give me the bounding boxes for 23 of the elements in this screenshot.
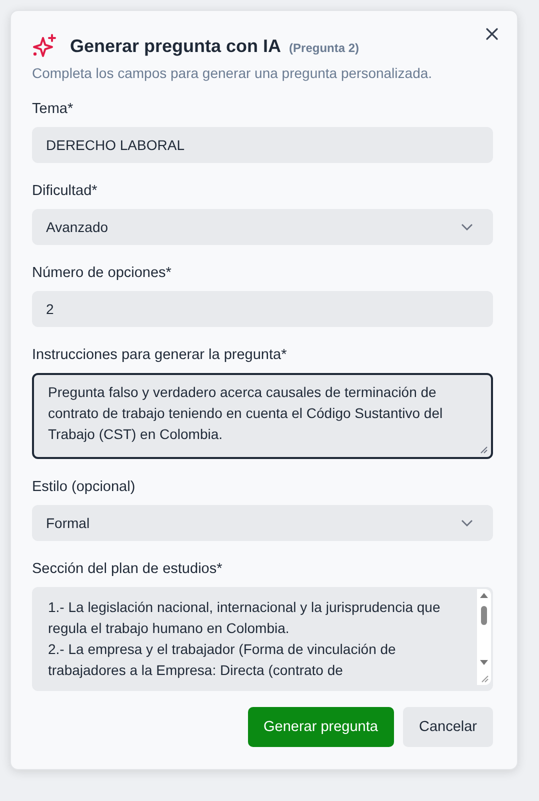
chevron-icon bbox=[461, 223, 473, 231]
field-label: Dificultad* bbox=[32, 183, 98, 199]
input-field[interactable]: DERECHO LABORAL bbox=[32, 127, 493, 163]
close-icon[interactable] bbox=[485, 27, 499, 41]
dialog-subtitle: Completa los campos para generar una pregunta personalizada. bbox=[32, 65, 434, 81]
dialog-title: Generar pregunta con IA bbox=[70, 36, 282, 56]
field-label: Estilo (opcional) bbox=[32, 479, 136, 495]
chevron-icon bbox=[461, 519, 473, 527]
input-field[interactable]: 2 bbox=[32, 291, 493, 327]
question-number: (Pregunta 2) bbox=[289, 40, 360, 54]
sparkle-icon bbox=[32, 34, 58, 58]
field-label: Instrucciones para generar la pregunta* bbox=[32, 347, 288, 363]
generate-button[interactable]: Generar pregunta bbox=[248, 707, 394, 747]
text-area[interactable]: 1.- La legislación nacional, internacional y la jurisprudencia que regula el trabajo humano en Colombia. 2.- La empresa y el trabajador (Forma de vinculación de trabajadores a la Empresa: Directa (contrato de bbox=[32, 587, 493, 691]
resize-handle-icon[interactable] bbox=[480, 446, 488, 454]
cancel-button[interactable]: Cancelar bbox=[402, 707, 493, 747]
dropdown[interactable]: Formal bbox=[32, 505, 493, 541]
dropdown[interactable]: Avanzado bbox=[32, 209, 493, 245]
text-area[interactable]: Pregunta falso y verdadero acerca causales de terminación de contrato de trabajo teniendo en cuenta el Código Sustantivo del Trabajo (CST) en Colombia. bbox=[32, 373, 493, 459]
field-label: Sección del plan de estudios* bbox=[32, 561, 224, 577]
field-label: Número de opciones* bbox=[32, 265, 172, 281]
scrollbar[interactable] bbox=[477, 589, 491, 685]
field-label: Tema* bbox=[32, 101, 74, 117]
